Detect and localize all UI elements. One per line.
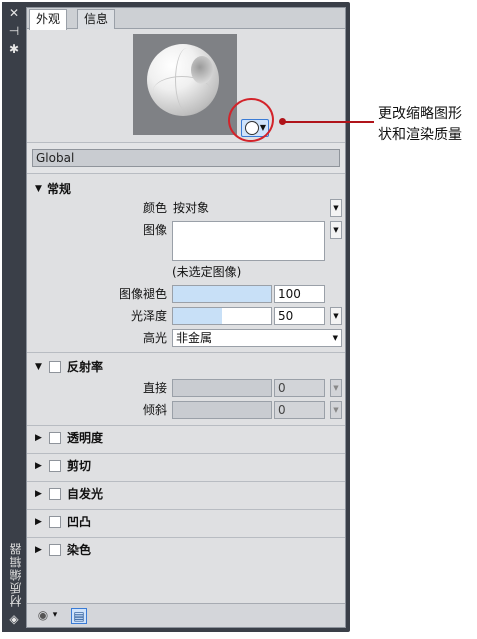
glossiness-slider-fill — [173, 308, 222, 324]
image-fade-slider[interactable] — [172, 285, 272, 303]
expand-arrow-icon: ▶ — [35, 461, 42, 471]
color-label: 颜色 — [142, 201, 167, 215]
divider — [27, 481, 345, 482]
preview-sphere — [147, 44, 219, 116]
image-fade-label: 图像褪色 — [118, 287, 167, 301]
section-cutouts-header[interactable]: ▶ 剪切 — [27, 455, 345, 477]
image-fade-input[interactable]: 100 — [274, 285, 325, 303]
material-preview — [133, 34, 237, 135]
reflectivity-checkbox[interactable] — [49, 361, 61, 373]
expand-arrow-icon: ▶ — [35, 489, 42, 499]
section-reflectivity-title: 反射率 — [67, 360, 104, 374]
divider — [27, 509, 345, 510]
material-browser-icon[interactable]: ▤ — [71, 608, 87, 624]
tab-bar: 外观 信息 — [27, 8, 345, 30]
expand-arrow-icon: ▶ — [35, 517, 42, 527]
section-bump-title: 凹凸 — [67, 515, 92, 529]
tab-information[interactable]: 信息 — [77, 9, 116, 29]
highlight-label: 高光 — [142, 331, 167, 345]
bump-checkbox[interactable] — [49, 516, 61, 528]
self-illumination-checkbox[interactable] — [49, 488, 61, 500]
material-name-row: Global — [27, 142, 345, 174]
color-value[interactable]: 按对象 — [173, 199, 209, 217]
chevron-down-icon: ▼ — [332, 334, 338, 342]
tab-appearance[interactable]: 外观 — [29, 9, 68, 30]
tint-checkbox[interactable] — [49, 544, 61, 556]
direct-dropdown-button[interactable]: ▼ — [330, 379, 342, 397]
glossiness-slider[interactable] — [172, 307, 272, 325]
palette-title: 材质编辑器 — [9, 542, 23, 607]
divider — [27, 537, 345, 538]
image-slot[interactable] — [172, 221, 325, 261]
section-reflectivity-header[interactable]: ▼ 反射率 — [27, 356, 345, 378]
material-name-field[interactable]: Global — [32, 149, 340, 167]
close-icon[interactable]: ✕ — [7, 6, 21, 20]
create-material-icon[interactable]: ◉ — [35, 608, 51, 624]
collapse-arrow-icon: ▼ — [35, 362, 42, 372]
image-dropdown-button[interactable]: ▼ — [330, 221, 342, 239]
bottom-toolbar: ◉ ▾ ▤ — [27, 603, 345, 627]
chevron-down-icon[interactable]: ▾ — [51, 608, 59, 624]
glossiness-dropdown-button[interactable]: ▼ — [330, 307, 342, 325]
section-bump-header[interactable]: ▶ 凹凸 — [27, 511, 345, 533]
glossiness-input[interactable]: 50 — [274, 307, 325, 325]
section-transparency-title: 透明度 — [67, 431, 104, 445]
direct-slider[interactable] — [172, 379, 272, 397]
oblique-dropdown-button[interactable]: ▼ — [330, 401, 342, 419]
transparency-checkbox[interactable] — [49, 432, 61, 444]
divider — [27, 453, 345, 454]
section-cutouts-title: 剪切 — [67, 459, 92, 473]
direct-input[interactable]: 0 — [274, 379, 325, 397]
direct-label: 直接 — [142, 381, 167, 395]
collapse-arrow-icon: ▼ — [35, 184, 42, 194]
section-tint-title: 染色 — [67, 543, 92, 557]
section-tint-header[interactable]: ▶ 染色 — [27, 539, 345, 561]
image-label: 图像 — [142, 223, 167, 237]
material-editor-panel: 外观 信息 ▼ Global ▼ 常规 颜色 按对象 ▼ 图像 ▼ (未选定图像… — [26, 7, 346, 628]
cutouts-checkbox[interactable] — [49, 460, 61, 472]
expand-arrow-icon: ▶ — [35, 545, 42, 555]
divider — [27, 352, 345, 353]
image-fade-slider-fill — [173, 286, 271, 302]
material-editor-icon: ◈ — [9, 612, 19, 626]
auto-hide-icon[interactable]: ⊣ — [7, 24, 21, 38]
oblique-slider[interactable] — [172, 401, 272, 419]
palette-titlebar: ✕ ⊣ ✱ 材质编辑器 ◈ — [2, 2, 26, 632]
no-image-text: (未选定图像) — [172, 265, 242, 279]
section-self-illumination-title: 自发光 — [67, 487, 104, 501]
callout-line — [284, 121, 374, 123]
oblique-label: 倾斜 — [142, 403, 167, 417]
callout-text: 更改缩略图形 状和渲染质量 — [378, 106, 462, 143]
section-general-title: 常规 — [47, 182, 72, 196]
divider — [27, 425, 345, 426]
glossiness-label: 光泽度 — [130, 309, 167, 323]
section-self-illumination-header[interactable]: ▶ 自发光 — [27, 483, 345, 505]
properties-icon[interactable]: ✱ — [7, 42, 21, 56]
section-general-header[interactable]: ▼ 常规 — [27, 178, 345, 200]
highlight-value: 非金属 — [176, 331, 213, 345]
highlight-select[interactable]: 非金属 ▼ — [172, 329, 342, 347]
preview-area: ▼ — [27, 30, 345, 142]
color-dropdown-button[interactable]: ▼ — [330, 199, 342, 217]
section-transparency-header[interactable]: ▶ 透明度 — [27, 427, 345, 449]
oblique-input[interactable]: 0 — [274, 401, 325, 419]
expand-arrow-icon: ▶ — [35, 433, 42, 443]
